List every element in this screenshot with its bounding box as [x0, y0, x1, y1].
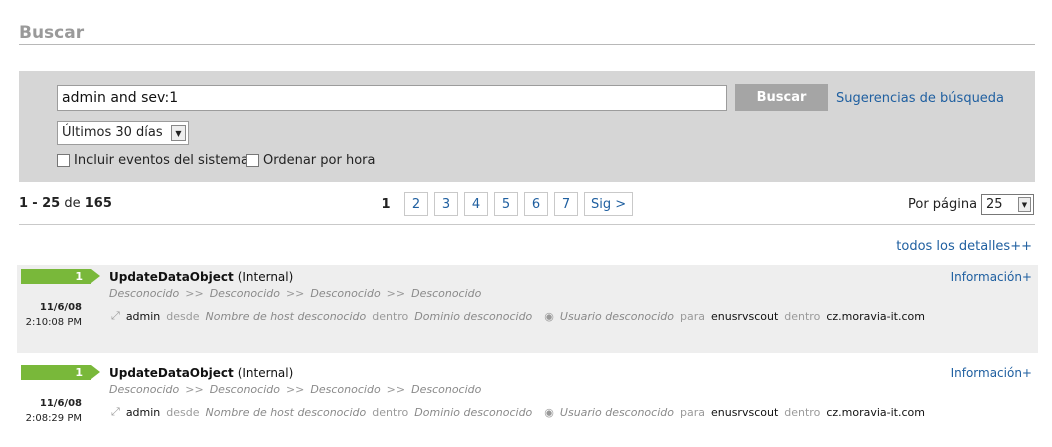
all-details-link[interactable]: todos los detalles++: [896, 239, 1032, 254]
target-host: enusrvscout: [710, 309, 779, 323]
include-system-events-label: Incluir eventos del sistema: [74, 153, 249, 168]
target-user: Usuario desconocido: [559, 405, 674, 419]
next-page-link[interactable]: Sig >: [584, 192, 634, 216]
search-input[interactable]: [57, 85, 727, 111]
initiator-host: Nombre de host desconocido: [205, 405, 367, 419]
order-by-time-checkbox[interactable]: Ordenar por hora: [246, 153, 375, 168]
page-link-2[interactable]: 2: [404, 192, 428, 216]
search-panel: Buscar Sugerencias de búsqueda Últimos 3…: [19, 71, 1035, 182]
target-domain: cz.moravia-it.com: [826, 309, 925, 323]
time-range-select[interactable]: Últimos 30 días ▼: [57, 121, 189, 145]
path-separator: >>: [386, 383, 406, 396]
event-name-text: UpdateDataObject: [109, 366, 234, 380]
results-total: 165: [84, 196, 112, 211]
dropdown-arrow-icon: ▼: [1018, 197, 1031, 212]
path-part: Desconocido: [109, 383, 180, 396]
results-divider: [19, 224, 1035, 225]
path-separator: >>: [285, 287, 305, 300]
path-part: Desconocido: [411, 383, 482, 396]
event-detail: ⤢ admin desde Nombre de host desconocido…: [111, 405, 925, 419]
event-date: 11/6/08: [39, 302, 82, 313]
checkbox-box[interactable]: [57, 154, 70, 167]
search-button[interactable]: Buscar: [735, 84, 828, 111]
title-divider: [19, 44, 1035, 45]
event-time: 2:10:08 PM: [25, 317, 82, 328]
per-page-label: Por página: [908, 197, 978, 212]
user-arrow-icon: ⤢: [111, 405, 120, 418]
path-part: Desconocido: [109, 287, 180, 300]
time-range-value: Últimos 30 días: [62, 125, 163, 140]
search-suggestions-link[interactable]: Sugerencias de búsqueda: [836, 91, 1004, 106]
event-detail: ⤢ admin desde Nombre de host desconocido…: [111, 309, 925, 323]
for-label: para: [679, 405, 705, 419]
path-separator: >>: [185, 287, 204, 300]
path-separator: >>: [185, 383, 204, 396]
path-part: Desconocido: [209, 287, 280, 300]
pagination: 1 2 3 4 5 6 7 Sig >: [378, 192, 639, 216]
initiator-user: admin: [125, 405, 161, 419]
event-date: 11/6/08: [39, 398, 82, 409]
target-circle-icon: ◉: [544, 405, 554, 419]
from-label: desde: [166, 405, 200, 419]
page-link-3[interactable]: 3: [434, 192, 458, 216]
event-row: 1 11/6/08 2:08:29 PM UpdateDataObject (In…: [17, 361, 1038, 447]
path-part: Desconocido: [310, 383, 381, 396]
for-label: para: [679, 309, 705, 323]
event-path: Desconocido >> Desconocido >> Desconocido >> D…: [109, 287, 481, 300]
page-link-4[interactable]: 4: [464, 192, 488, 216]
current-page: 1: [381, 196, 391, 212]
range-start: 1: [19, 196, 29, 211]
result-count: 1 - 25 de 165: [19, 196, 112, 211]
target-domain: cz.moravia-it.com: [826, 405, 925, 419]
event-row: 1 11/6/08 2:10:08 PM UpdateDataObject (In…: [17, 265, 1038, 353]
event-name: UpdateDataObject (Internal): [109, 366, 293, 380]
within-label: dentro: [784, 405, 821, 419]
page-link-6[interactable]: 6: [524, 192, 548, 216]
path-part: Desconocido: [209, 383, 280, 396]
event-type: (Internal): [237, 366, 294, 380]
within-label: dentro: [372, 405, 409, 419]
per-page-value: 25: [986, 197, 1003, 212]
event-name: UpdateDataObject (Internal): [109, 270, 293, 284]
user-arrow-icon: ⤢: [111, 309, 120, 322]
within-label: dentro: [372, 309, 409, 323]
target-host: enusrvscout: [710, 405, 779, 419]
checkbox-box[interactable]: [246, 154, 259, 167]
target-user: Usuario desconocido: [559, 309, 674, 323]
path-separator: >>: [386, 287, 406, 300]
more-info-link[interactable]: Información+: [951, 270, 1032, 284]
initiator-user: admin: [125, 309, 161, 323]
range-end: 25: [42, 196, 61, 211]
page-link-5[interactable]: 5: [494, 192, 518, 216]
initiator-domain: Dominio desconocido: [414, 405, 533, 419]
include-system-events-checkbox[interactable]: Incluir eventos del sistema: [57, 153, 249, 168]
path-part: Desconocido: [310, 287, 381, 300]
order-by-time-label: Ordenar por hora: [263, 153, 376, 168]
more-info-link[interactable]: Información+: [951, 366, 1032, 380]
page-link-7[interactable]: 7: [554, 192, 578, 216]
per-page-select[interactable]: 25 ▼: [981, 194, 1034, 215]
of-label: de: [64, 196, 81, 211]
event-name-text: UpdateDataObject: [109, 270, 234, 284]
event-path: Desconocido >> Desconocido >> Desconocido >> D…: [109, 383, 481, 396]
event-time: 2:08:29 PM: [25, 413, 82, 424]
page-title: Buscar: [19, 23, 85, 43]
path-separator: >>: [285, 383, 305, 396]
within-label: dentro: [784, 309, 821, 323]
from-label: desde: [166, 309, 200, 323]
target-circle-icon: ◉: [544, 309, 554, 323]
path-part: Desconocido: [411, 287, 482, 300]
severity-bar: 1: [21, 269, 100, 284]
initiator-domain: Dominio desconocido: [414, 309, 533, 323]
severity-bar: 1: [21, 365, 100, 380]
initiator-host: Nombre de host desconocido: [205, 309, 367, 323]
dropdown-arrow-icon: ▼: [171, 125, 186, 141]
event-type: (Internal): [237, 270, 294, 284]
